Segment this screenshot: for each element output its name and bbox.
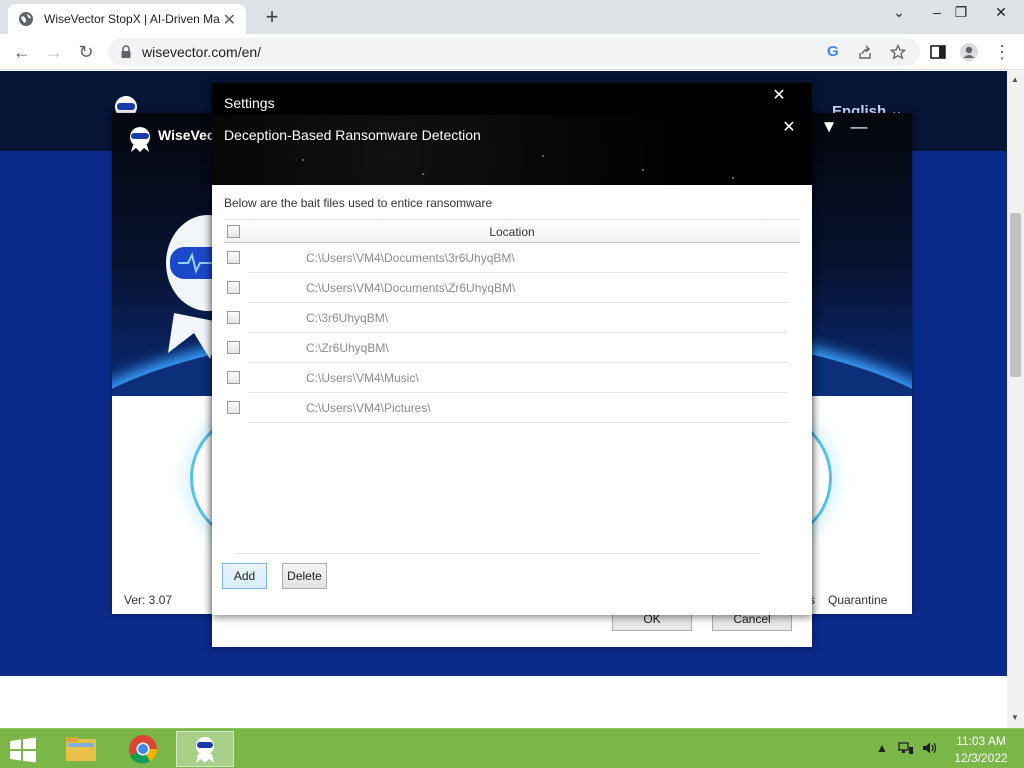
back-arrow-icon[interactable]: ← [10, 40, 34, 64]
table-header: Location [224, 219, 800, 243]
network-icon[interactable] [898, 741, 914, 755]
row-checkbox[interactable] [227, 251, 240, 264]
scroll-up-icon[interactable]: ▲ [1011, 75, 1019, 84]
taskbar-file-explorer[interactable] [52, 731, 110, 767]
windows-taskbar: ▲ 11:03 AM 12/3/2022 [0, 728, 1024, 768]
tray-expand-icon[interactable]: ▲ [876, 741, 888, 755]
kebab-menu-icon[interactable]: ⋮ [990, 40, 1014, 64]
row-checkbox[interactable] [227, 311, 240, 324]
taskbar-chrome[interactable] [114, 731, 172, 767]
google-translate-icon[interactable]: G [827, 43, 839, 60]
settings-close-icon[interactable]: ✕ [768, 85, 790, 105]
bait-path: C:\Zr6UhyqBM\ [306, 341, 389, 355]
delete-button[interactable]: Delete [282, 563, 327, 589]
table-row[interactable]: C:\Zr6UhyqBM\ [227, 333, 788, 363]
deception-title: Deception-Based Ransomware Detection [224, 127, 481, 143]
quarantine-link[interactable]: Quarantine [828, 593, 887, 607]
share-icon[interactable] [857, 44, 873, 60]
star-dot [302, 159, 304, 161]
browser-toolbar: ← → ↻ wisevector.com/en/ G ⋮ [0, 34, 1024, 70]
taskbar-date[interactable]: 12/3/2022 [950, 751, 1012, 765]
star-dot [422, 173, 424, 175]
add-button[interactable]: Add [222, 563, 267, 589]
wisevector-app-icon [196, 737, 214, 763]
table-row[interactable]: C:\3r6UhyqBM\ [227, 303, 788, 333]
page-scrollbar[interactable]: ▲ ▼ [1007, 71, 1024, 728]
row-checkbox[interactable] [227, 371, 240, 384]
address-bar[interactable]: wisevector.com/en/ G [108, 38, 920, 66]
app-logo-icon [130, 127, 150, 152]
star-dot [542, 155, 544, 157]
tab-title: WiseVector StopX | AI-Driven Ma [44, 12, 220, 26]
table-row[interactable]: C:\Users\VM4\Music\ [227, 363, 788, 393]
star-bookmark-icon[interactable] [890, 44, 906, 60]
reload-icon[interactable]: ↻ [74, 40, 98, 64]
new-tab-button[interactable]: + [260, 4, 284, 30]
table-row[interactable]: C:\Users\VM4\Pictures\ [227, 393, 788, 423]
scroll-down-icon[interactable]: ▼ [1011, 713, 1019, 722]
page-footer-area [0, 676, 1007, 728]
chevron-down-icon[interactable]: ⌄ [884, 4, 914, 21]
volume-icon[interactable] [922, 741, 938, 755]
row-checkbox[interactable] [227, 281, 240, 294]
taskbar-time[interactable]: 11:03 AM [950, 734, 1012, 748]
deception-dialog: Deception-Based Ransomware Detection ✕ B… [212, 115, 812, 615]
browser-tab[interactable]: WiseVector StopX | AI-Driven Ma ✕ [8, 4, 246, 34]
star-dot [642, 169, 644, 171]
app-version: Ver: 3.07 [124, 593, 173, 607]
browser-tab-strip: WiseVector StopX | AI-Driven Ma ✕ + ⌄ – … [0, 0, 1024, 34]
location-column-header: Location [489, 225, 535, 239]
bait-path: C:\Users\VM4\Pictures\ [306, 401, 431, 415]
bait-path: C:\Users\VM4\Music\ [306, 371, 419, 385]
bait-path: C:\Users\VM4\Documents\Zr6UhyqBM\ [306, 281, 516, 295]
deception-close-icon[interactable]: ✕ [778, 117, 800, 137]
bait-path: C:\3r6UhyqBM\ [306, 311, 389, 325]
bait-files-table: Location C:\Users\VM4\Documents\3r6UhyqB… [224, 219, 800, 423]
globe-icon [19, 12, 33, 26]
url-text[interactable]: wisevector.com/en/ [142, 44, 261, 60]
side-panel-icon[interactable] [928, 42, 948, 62]
table-row[interactable]: C:\Users\VM4\Documents\3r6UhyqBM\ [227, 243, 788, 273]
settings-title: Settings [224, 95, 275, 111]
star-dot [732, 177, 734, 179]
table-row[interactable]: C:\Users\VM4\Documents\Zr6UhyqBM\ [227, 273, 788, 303]
row-checkbox[interactable] [227, 401, 240, 414]
app-minimize-icon[interactable]: — [848, 117, 870, 137]
window-close-icon[interactable]: ✕ [986, 4, 1016, 21]
windows-start-icon[interactable] [8, 737, 38, 763]
table-bottom-divider [236, 553, 760, 554]
deception-header [212, 115, 812, 185]
lock-icon [121, 45, 131, 58]
app-menu-icon[interactable]: ▼ [818, 117, 840, 137]
bait-files-description: Below are the bait files used to entice … [224, 196, 493, 210]
folder-icon [66, 737, 96, 761]
scroll-thumb[interactable] [1010, 213, 1021, 377]
restore-icon[interactable]: ❐ [946, 4, 976, 21]
tab-close-icon[interactable]: ✕ [223, 10, 236, 30]
chrome-icon [129, 735, 157, 764]
row-checkbox[interactable] [227, 341, 240, 354]
profile-avatar-icon[interactable] [959, 42, 979, 62]
bait-path: C:\Users\VM4\Documents\3r6UhyqBM\ [306, 251, 515, 265]
taskbar-wisevector[interactable] [176, 731, 234, 767]
forward-arrow-icon[interactable]: → [42, 40, 66, 64]
